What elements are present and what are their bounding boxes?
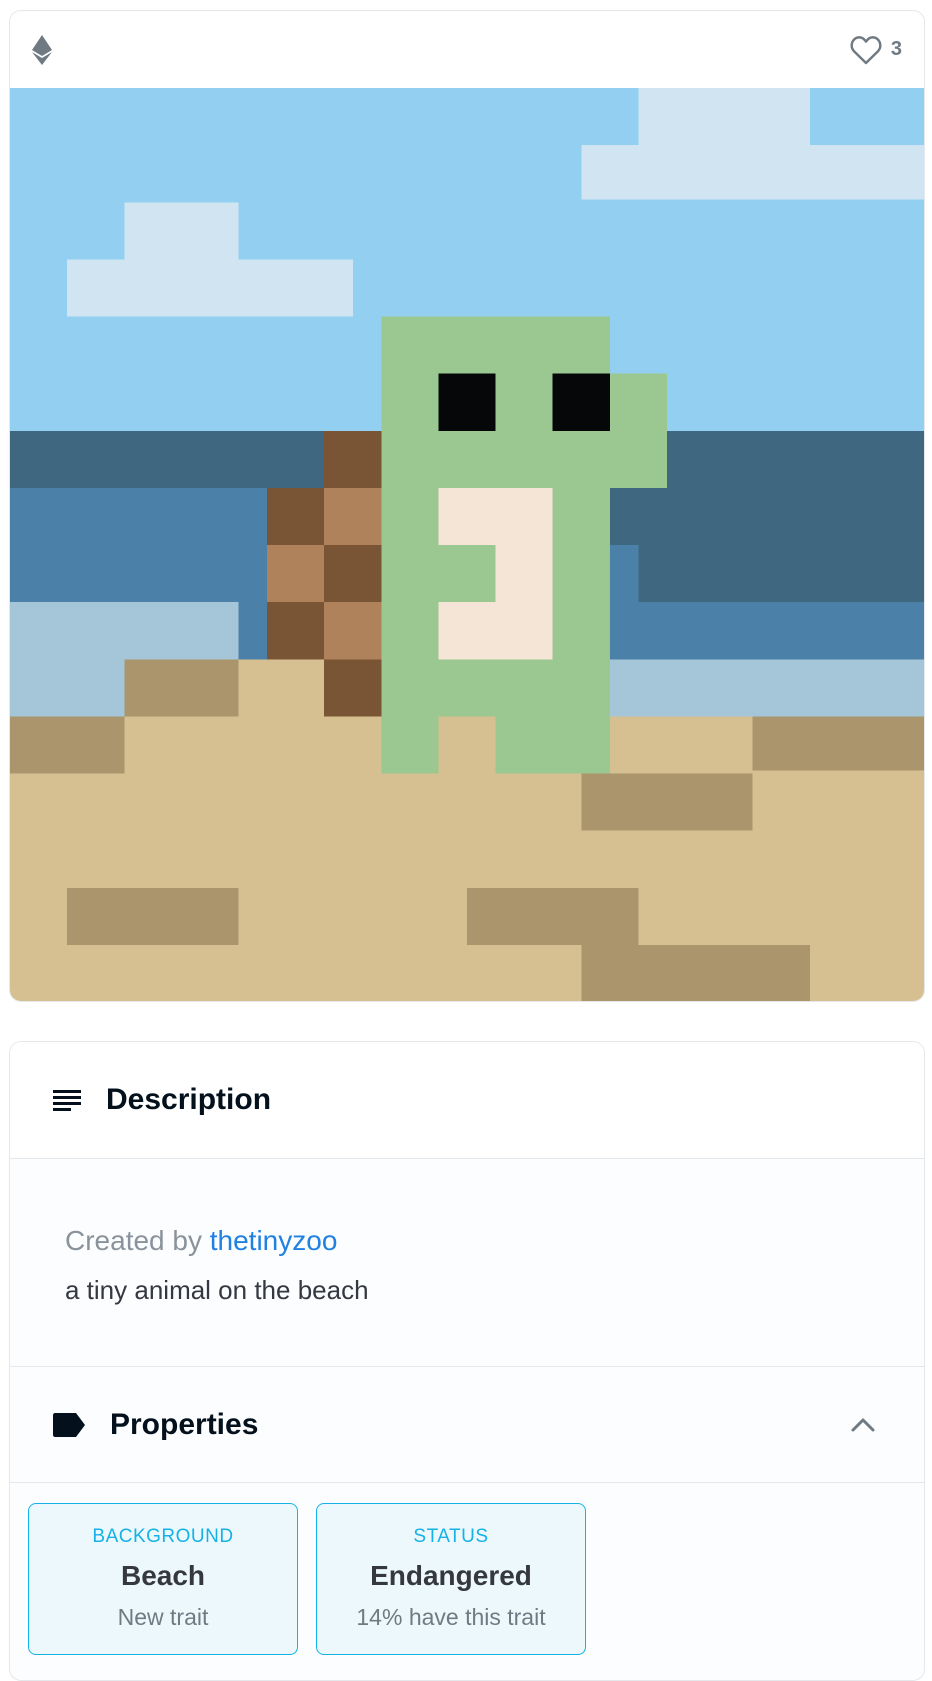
pixel-art-tiny-animal [10, 88, 924, 1001]
trait-value: Beach [120, 1560, 206, 1591]
properties-title: Properties [110, 1407, 259, 1441]
lines-icon [53, 1090, 81, 1111]
trait-value: Endangered [370, 1560, 532, 1591]
description-header[interactable]: Description [10, 1042, 924, 1159]
description-title: Description [106, 1083, 272, 1116]
favorite-count: 3 [890, 38, 902, 60]
favorite-button[interactable]: 3 [849, 35, 902, 65]
asset-card-header: 3 [10, 11, 924, 88]
tag-icon [53, 1412, 85, 1437]
description-body: Created by thetinyzoo a tiny animal on t… [10, 1159, 924, 1367]
heart-outline-icon [850, 35, 882, 64]
ethereum-icon [32, 34, 52, 65]
trait-type: Background [92, 1526, 234, 1547]
asset-card: 3 [9, 10, 925, 1002]
trait-rarity: 14% have this trait [356, 1604, 546, 1630]
description-text: a tiny animal on the beach [65, 1275, 369, 1305]
trait-type: Status [413, 1526, 489, 1547]
creator-link[interactable]: thetinyzoo [210, 1225, 338, 1256]
traits-list: Background Beach New trait Status Endang… [10, 1483, 924, 1675]
trait-card-status[interactable]: Status Endangered 14% have this trait [316, 1503, 586, 1655]
details-panel: Description Created by thetinyzoo a tiny… [9, 1041, 925, 1681]
chevron-up-icon[interactable] [850, 1417, 876, 1433]
properties-header[interactable]: Properties [10, 1367, 924, 1483]
trait-rarity: New trait [117, 1604, 209, 1630]
nft-image[interactable] [10, 88, 924, 1001]
trait-card-background[interactable]: Background Beach New trait [28, 1503, 298, 1655]
created-by-prefix: Created by [65, 1225, 202, 1256]
created-by-line: Created by thetinyzoo [65, 1225, 869, 1257]
